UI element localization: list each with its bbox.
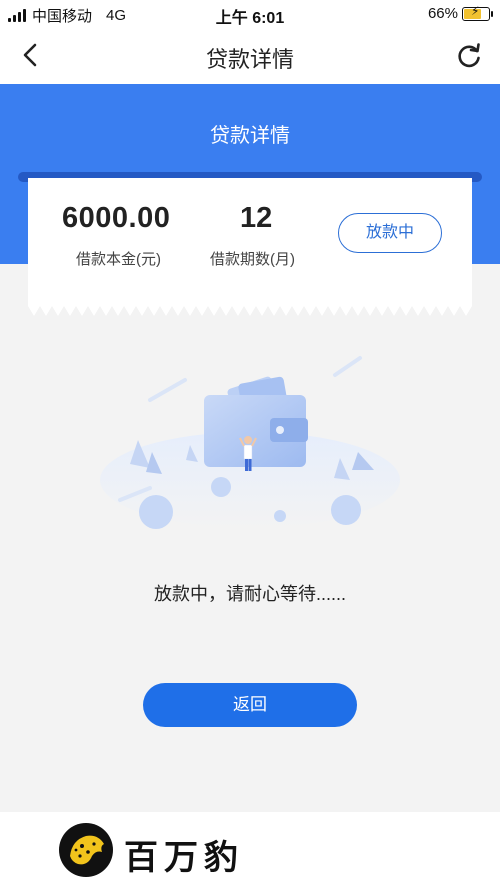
leopard-logo-icon xyxy=(59,823,113,877)
return-button[interactable]: 返回 xyxy=(143,683,357,727)
loan-amount-label: 借款本金(元) xyxy=(76,251,161,268)
battery-percent: 66% xyxy=(427,5,458,22)
brand-watermark: 百万豹 xyxy=(0,812,500,888)
status-bar-right: 66% ⚡ xyxy=(427,5,493,22)
loan-summary-card: 6000.00 借款本金(元) 12 借款期数(月) 放款中 xyxy=(28,178,472,316)
refresh-button[interactable] xyxy=(454,41,484,71)
refresh-icon xyxy=(458,43,480,68)
nav-bar: 贷款详情 xyxy=(0,28,500,84)
loan-amount: 6000.00 xyxy=(62,202,171,234)
page-title: 贷款详情 xyxy=(205,47,294,72)
loan-status-button[interactable]: 放款中 xyxy=(338,213,442,253)
status-bar: 中国移动 4G 上午 6:01 66% ⚡ xyxy=(0,0,500,28)
wallet-illustration xyxy=(100,356,400,529)
waiting-message: 放款中，请耐心等待...... xyxy=(153,584,346,604)
loan-term-label: 借款期数(月) xyxy=(210,251,295,268)
battery-icon: ⚡ xyxy=(462,5,493,21)
status-time: 上午 6:01 xyxy=(215,10,285,27)
banner-title: 贷款详情 xyxy=(210,125,290,147)
loan-term: 12 xyxy=(240,202,273,234)
brand-name: 百万豹 xyxy=(124,838,244,878)
